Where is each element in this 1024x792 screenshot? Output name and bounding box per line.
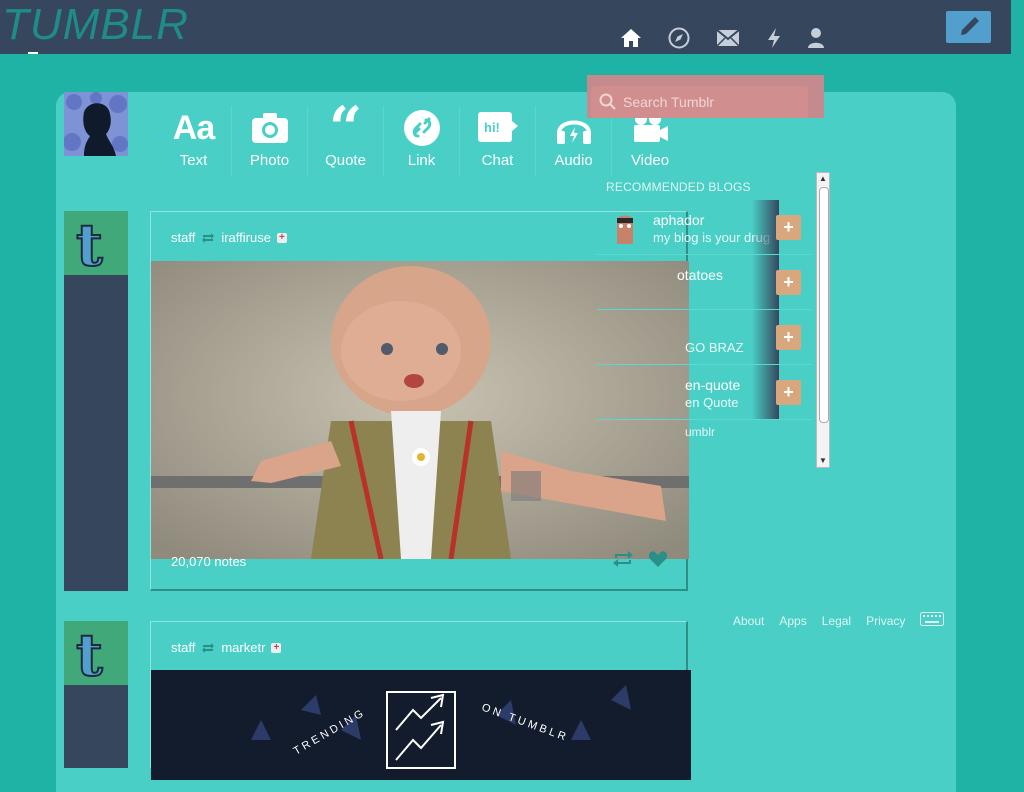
footer-link-about[interactable]: About <box>733 614 764 628</box>
scroll-down-arrow-icon[interactable]: ▼ <box>819 457 827 465</box>
post-type-label: Photo <box>249 152 290 169</box>
fade-overlay <box>752 200 779 254</box>
post-card: staff marketr + TRENDING ON TUMBLR <box>150 621 691 780</box>
blog-name[interactable]: otatoes <box>677 267 723 283</box>
post-type-quote[interactable]: “ Quote <box>308 94 384 176</box>
follow-button[interactable]: + <box>776 270 801 295</box>
plus-icon: + <box>783 382 794 402</box>
svg-text:hi!: hi! <box>484 120 500 135</box>
plus-icon: + <box>783 327 794 347</box>
search-box[interactable] <box>591 86 808 118</box>
follow-button[interactable]: + <box>776 380 801 405</box>
post-type-bar: Aa Text Photo “ Quote Link hi! Chat Audi… <box>156 94 688 186</box>
svg-text:t: t <box>76 621 103 685</box>
follow-button[interactable]: + <box>776 325 801 350</box>
reblog-button[interactable] <box>612 550 634 573</box>
reblog-icon <box>201 232 215 244</box>
reblog-icon <box>201 642 215 654</box>
notes-count[interactable]: 20,070 notes <box>171 554 246 569</box>
scroll-thumb[interactable] <box>819 187 829 423</box>
post-image[interactable]: TRENDING ON TUMBLR <box>151 670 691 780</box>
recommended-blog-item[interactable]: en-quote en Quote + <box>597 365 812 420</box>
follow-button[interactable]: + <box>776 215 801 240</box>
user-avatar[interactable] <box>64 92 128 156</box>
fade-overlay <box>752 310 779 364</box>
inbox-icon[interactable] <box>716 26 740 50</box>
footer-link-apps[interactable]: Apps <box>779 614 806 628</box>
plus-icon: + <box>783 272 794 292</box>
recommended-blogs-title: RECOMMENDED BLOGS <box>606 180 751 194</box>
search-icon <box>599 93 617 111</box>
recommended-blog-item[interactable]: otatoes + <box>597 255 812 310</box>
blog-name[interactable]: en-quote <box>685 377 740 393</box>
post-header: staff iraffiruse + <box>171 230 287 245</box>
post-avatar[interactable]: t <box>64 621 128 685</box>
tumblr-logo[interactable]: TUMBLR <box>2 0 189 50</box>
scroll-up-arrow-icon[interactable]: ▲ <box>819 175 827 183</box>
keyboard-icon[interactable] <box>920 612 945 629</box>
footer-links: About Apps Legal Privacy <box>733 612 945 629</box>
recommended-blogs-list: aphador my blog is your drug + otatoes +… <box>597 200 812 420</box>
follow-plus-icon[interactable]: + <box>271 642 282 653</box>
post-actions <box>612 550 668 573</box>
post-type-chat[interactable]: hi! Chat <box>460 106 536 176</box>
blog-description: en Quote <box>685 395 739 410</box>
post-type-label: Video <box>630 152 670 169</box>
footer-link-privacy[interactable]: Privacy <box>866 614 905 628</box>
text-icon: Aa <box>172 108 215 147</box>
logo-divider <box>28 52 38 54</box>
post-header: staff marketr + <box>171 640 282 655</box>
chat-icon: hi! <box>477 106 519 150</box>
post-type-text[interactable]: Aa Text <box>156 106 232 176</box>
blog-avatar[interactable] <box>611 212 639 244</box>
fade-overlay <box>752 365 779 419</box>
follow-plus-icon[interactable]: + <box>276 232 287 243</box>
svg-text:t: t <box>76 211 103 275</box>
reblog-source[interactable]: marketr <box>221 640 265 655</box>
footer-link-legal[interactable]: Legal <box>822 614 851 628</box>
quote-icon: “ <box>328 94 363 162</box>
home-icon[interactable] <box>619 26 643 50</box>
post-type-photo[interactable]: Photo <box>232 106 308 176</box>
compose-button[interactable] <box>946 11 991 43</box>
top-navigation-bar: TUMBLR <box>0 0 1011 54</box>
recommended-blog-item[interactable]: aphador my blog is your drug + <box>597 200 812 255</box>
like-button[interactable] <box>648 550 668 573</box>
post-type-label: Quote <box>325 152 366 169</box>
post-type-label: Chat <box>481 152 514 169</box>
explore-icon[interactable] <box>667 26 691 50</box>
reblog-source[interactable]: iraffiruse <box>221 230 271 245</box>
search-input[interactable] <box>621 93 795 111</box>
fade-overlay <box>752 255 779 309</box>
post-type-label: Text <box>179 152 208 169</box>
post-author[interactable]: staff <box>171 230 195 245</box>
scrollbar[interactable]: ▲ ▼ <box>816 172 830 468</box>
post-avatar[interactable]: t <box>64 211 128 275</box>
blog-name[interactable]: aphador <box>653 212 704 228</box>
post-type-label: Audio <box>554 152 593 169</box>
post-type-label: Link <box>407 152 436 169</box>
link-icon <box>403 106 441 150</box>
plus-icon: + <box>783 217 794 237</box>
post-author[interactable]: staff <box>171 640 195 655</box>
pencil-icon <box>960 17 979 35</box>
account-icon[interactable] <box>804 26 828 50</box>
blog-description: GO BRAZ <box>685 340 744 355</box>
recommended-blog-item[interactable]: GO BRAZ + <box>597 310 812 365</box>
camera-icon <box>251 106 289 150</box>
activity-icon[interactable] <box>762 26 786 50</box>
post-type-link[interactable]: Link <box>384 106 460 176</box>
explore-link[interactable]: umblr <box>685 425 715 439</box>
